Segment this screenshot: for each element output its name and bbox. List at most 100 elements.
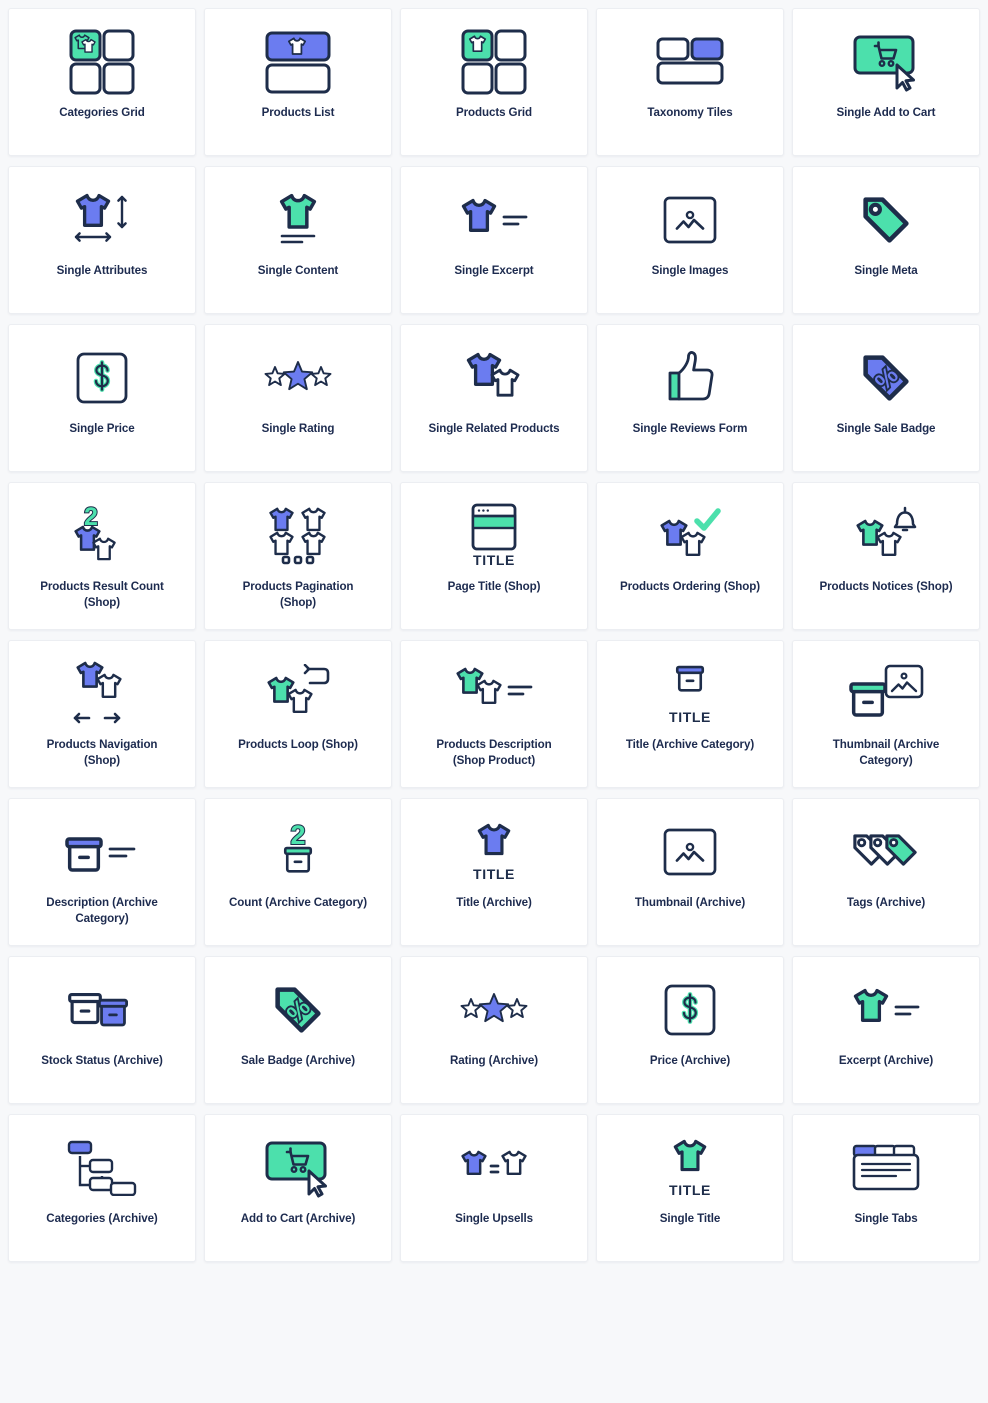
widget-card[interactable]: 2 Count (Archive Category) bbox=[204, 798, 392, 946]
widget-card[interactable]: Taxonomy Tiles bbox=[596, 8, 784, 156]
percent-tag-icon: % bbox=[801, 339, 971, 417]
widget-card[interactable]: 2 Products Result Count (Shop) bbox=[8, 482, 196, 630]
box-count-icon: 2 bbox=[213, 813, 383, 891]
percent-tag-green-icon: % bbox=[213, 971, 383, 1049]
widget-card-label: Single Price bbox=[69, 422, 135, 435]
widget-card[interactable]: TITLE Page Title (Shop) bbox=[400, 482, 588, 630]
widget-card[interactable]: Stock Status (Archive) bbox=[8, 956, 196, 1104]
widget-card[interactable]: Single Meta bbox=[792, 166, 980, 314]
add-to-cart-button-icon bbox=[213, 1129, 383, 1207]
widget-card-label: Tags (Archive) bbox=[846, 896, 926, 909]
dollar-square-icon bbox=[605, 971, 775, 1049]
tabs-window-icon bbox=[801, 1129, 971, 1207]
widget-card-label: Taxonomy Tiles bbox=[647, 106, 733, 119]
box-image-icon bbox=[801, 655, 971, 733]
widget-card[interactable]: % Sale Badge (Archive) bbox=[204, 956, 392, 1104]
widget-card[interactable]: TITLE Title (Archive) bbox=[400, 798, 588, 946]
image-frame-icon bbox=[605, 813, 775, 891]
widget-card[interactable]: Thumbnail (Archive Category) bbox=[792, 640, 980, 788]
tree-nodes-icon bbox=[17, 1129, 187, 1207]
widget-card-label: Single Upsells bbox=[455, 1212, 533, 1225]
widget-card-label: Sale Badge (Archive) bbox=[241, 1054, 355, 1067]
widget-card[interactable]: Description (Archive Category) bbox=[8, 798, 196, 946]
widget-card-label: Title (Archive Category) bbox=[625, 738, 755, 751]
widget-card[interactable]: Products Ordering (Shop) bbox=[596, 482, 784, 630]
widget-card[interactable]: Products Loop (Shop) bbox=[204, 640, 392, 788]
widget-card[interactable]: Single Upsells bbox=[400, 1114, 588, 1262]
widget-card-label: Categories (Archive) bbox=[46, 1212, 158, 1225]
widget-card[interactable]: Categories Grid bbox=[8, 8, 196, 156]
widget-card-label: Products Navigation (Shop) bbox=[46, 738, 158, 768]
widget-card-label: Products Result Count (Shop) bbox=[40, 580, 164, 610]
widget-card-label: Categories Grid bbox=[59, 106, 145, 119]
widget-card[interactable]: Single Tabs bbox=[792, 1114, 980, 1262]
svg-text:TITLE: TITLE bbox=[473, 552, 515, 568]
two-boxes-icon bbox=[17, 971, 187, 1049]
shirts-equals-icon bbox=[409, 1129, 579, 1207]
widget-card[interactable]: Thumbnail (Archive) bbox=[596, 798, 784, 946]
widget-card[interactable]: TITLE Single Title bbox=[596, 1114, 784, 1262]
svg-text:TITLE: TITLE bbox=[669, 709, 711, 725]
svg-text:TITLE: TITLE bbox=[473, 866, 515, 882]
widget-card-label: Products List bbox=[261, 106, 335, 119]
widget-card[interactable]: TITLE Title (Archive Category) bbox=[596, 640, 784, 788]
widget-card[interactable]: Single Price bbox=[8, 324, 196, 472]
widget-card[interactable]: Products List bbox=[204, 8, 392, 156]
widget-card-label: Single Title bbox=[659, 1212, 721, 1225]
widget-card[interactable]: Single Add to Cart bbox=[792, 8, 980, 156]
widget-card-label: Page Title (Shop) bbox=[447, 580, 541, 593]
widget-card-label: Price (Archive) bbox=[649, 1054, 731, 1067]
taxonomy-tiles-icon bbox=[605, 23, 775, 101]
widget-card[interactable]: Single Attributes bbox=[8, 166, 196, 314]
dollar-square-icon bbox=[17, 339, 187, 417]
widget-card-label: Single Rating bbox=[261, 422, 335, 435]
widget-card[interactable]: Add to Cart (Archive) bbox=[204, 1114, 392, 1262]
widget-card[interactable]: Excerpt (Archive) bbox=[792, 956, 980, 1104]
widget-card[interactable]: Single Excerpt bbox=[400, 166, 588, 314]
widget-card-label: Add to Cart (Archive) bbox=[240, 1212, 356, 1225]
shirt-dimensions-icon bbox=[17, 181, 187, 259]
widget-card-label: Products Grid bbox=[455, 106, 532, 119]
widget-card[interactable]: Single Rating bbox=[204, 324, 392, 472]
widget-card[interactable]: Single Reviews Form bbox=[596, 324, 784, 472]
categories-grid-icon bbox=[17, 23, 187, 101]
shirt-title-green-icon: TITLE bbox=[605, 1129, 775, 1207]
window-title-icon: TITLE bbox=[409, 497, 579, 575]
widget-card[interactable]: Products Description (Shop Product) bbox=[400, 640, 588, 788]
three-tags-icon bbox=[801, 813, 971, 891]
widget-card-label: Thumbnail (Archive Category) bbox=[832, 738, 940, 768]
stars-icon bbox=[213, 339, 383, 417]
widget-card[interactable]: % Single Sale Badge bbox=[792, 324, 980, 472]
widget-card-label: Description (Archive Category) bbox=[46, 896, 158, 926]
widget-card[interactable]: Rating (Archive) bbox=[400, 956, 588, 1104]
widget-card[interactable]: Tags (Archive) bbox=[792, 798, 980, 946]
box-lines-icon bbox=[17, 813, 187, 891]
widget-card[interactable]: Single Related Products bbox=[400, 324, 588, 472]
widget-card-label: Products Loop (Shop) bbox=[238, 738, 358, 751]
products-list-icon bbox=[213, 23, 383, 101]
widget-card-label: Excerpt (Archive) bbox=[838, 1054, 934, 1067]
widget-card-label: Stock Status (Archive) bbox=[41, 1054, 163, 1067]
widget-card-label: Title (Archive) bbox=[456, 896, 532, 909]
widget-card-label: Rating (Archive) bbox=[450, 1054, 538, 1067]
shirt-excerpt-icon bbox=[409, 181, 579, 259]
widget-card[interactable]: Products Pagination (Shop) bbox=[204, 482, 392, 630]
shirts-arrows-icon bbox=[17, 655, 187, 733]
shirts-pagination-icon bbox=[213, 497, 383, 575]
shirt-title-icon: TITLE bbox=[409, 813, 579, 891]
widget-card[interactable]: Categories (Archive) bbox=[8, 1114, 196, 1262]
widget-card[interactable]: Single Content bbox=[204, 166, 392, 314]
widget-card-label: Single Attributes bbox=[56, 264, 148, 277]
shirts-description-icon bbox=[409, 655, 579, 733]
widget-card[interactable]: Price (Archive) bbox=[596, 956, 784, 1104]
svg-text:TITLE: TITLE bbox=[669, 1182, 711, 1198]
widget-card-label: Products Pagination (Shop) bbox=[242, 580, 354, 610]
widget-card-label: Count (Archive Category) bbox=[228, 896, 368, 909]
widget-card[interactable]: Products Navigation (Shop) bbox=[8, 640, 196, 788]
shirts-bell-icon bbox=[801, 497, 971, 575]
widget-card[interactable]: Products Grid bbox=[400, 8, 588, 156]
svg-text:2: 2 bbox=[290, 820, 305, 850]
tag-icon bbox=[801, 181, 971, 259]
widget-card[interactable]: Products Notices (Shop) bbox=[792, 482, 980, 630]
widget-card[interactable]: Single Images bbox=[596, 166, 784, 314]
